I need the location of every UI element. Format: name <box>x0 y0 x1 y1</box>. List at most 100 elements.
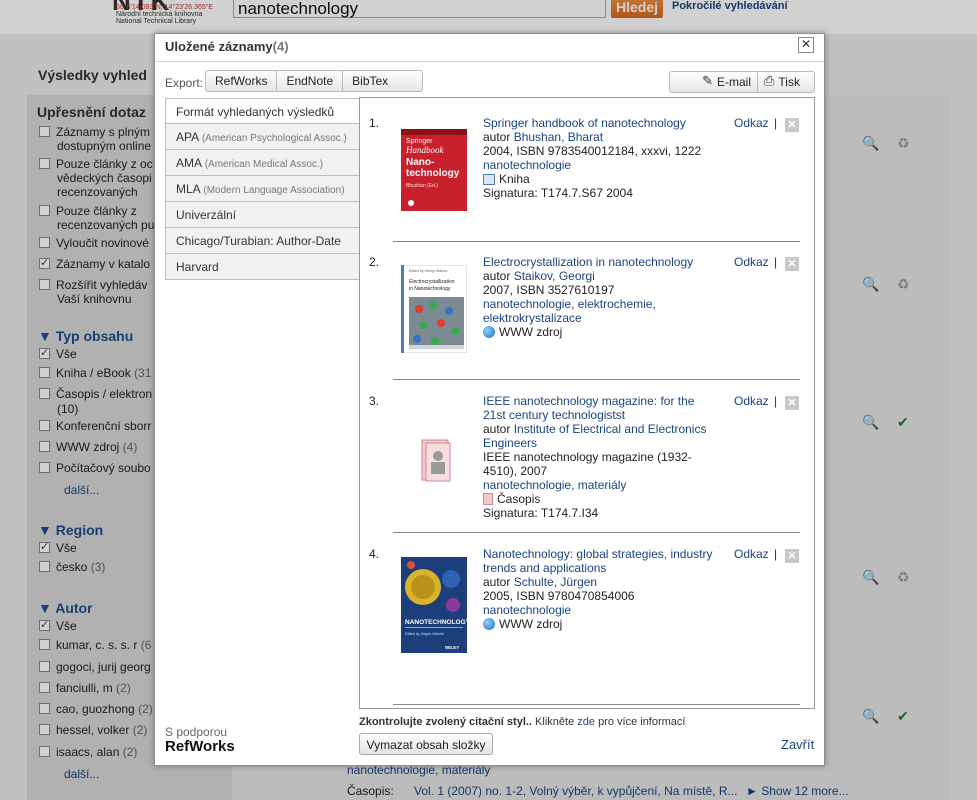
style-tab-harvard[interactable]: Harvard <box>165 254 360 280</box>
remove-record-icon[interactable]: ✕ <box>785 257 799 271</box>
divider <box>155 61 824 62</box>
style-name: Harvard <box>176 260 219 274</box>
author-prefix: autor <box>483 130 511 144</box>
citation-style-note: Zkontrolujte zvolený citační styl.. Klik… <box>359 716 685 728</box>
record-subjects-link[interactable]: nanotechnologie <box>483 158 717 172</box>
record-link-button[interactable]: Odkaz <box>734 394 769 408</box>
globe-icon <box>483 618 495 630</box>
style-name: APA <box>176 130 199 144</box>
record-type: Kniha <box>483 172 717 186</box>
style-description: (Modern Language Association) <box>203 185 345 196</box>
note-help-link[interactable]: zde <box>577 716 595 728</box>
saved-records-dialog: Uložené záznamy(4) ✕ Export: RefWorks En… <box>154 33 825 766</box>
record-title-link[interactable]: Electrocrystallization in nanotechnology <box>483 255 717 269</box>
style-name: Chicago/Turabian: Author-Date <box>176 234 341 248</box>
email-button[interactable]: ✎ E-mail <box>670 72 758 92</box>
journal-icon <box>421 439 451 482</box>
close-link[interactable]: Zavřít <box>781 737 814 752</box>
record-number: 4. <box>369 547 380 561</box>
record-author-link[interactable]: Institute of Electrical and Electronics … <box>483 422 706 450</box>
record-author-line: autor Institute of Electrical and Electr… <box>483 422 717 450</box>
style-tab-ama[interactable]: AMA (American Medical Assoc.) <box>165 150 360 176</box>
saved-records-list: 1. Springer Handbook Nano- technology Bh… <box>359 97 815 709</box>
print-button[interactable]: ⎙ Tisk <box>758 72 806 92</box>
email-icon: ✎ <box>702 73 713 88</box>
record-divider <box>393 704 800 705</box>
note-bold: Zkontrolujte zvolený citační styl.. <box>359 716 532 728</box>
record-type: WWW zdroj <box>483 617 717 631</box>
record-type-label: Kniha <box>499 172 530 186</box>
export-button-group: RefWorks EndNote BibTex <box>205 70 424 92</box>
author-prefix: autor <box>483 422 511 436</box>
style-tab-results-format[interactable]: Formát vyhledaných výsledků <box>165 98 360 124</box>
record-link-button[interactable]: Odkaz <box>734 255 769 269</box>
separator: | <box>774 394 778 408</box>
record-info: Nanotechnology: global strategies, indus… <box>483 547 717 631</box>
record-type-label: WWW zdroj <box>499 617 563 631</box>
record-divider <box>393 241 800 242</box>
cover-text-5: Bhushan (Ed.) <box>406 183 438 189</box>
record-type: Časopis <box>483 492 717 506</box>
remove-record-icon[interactable]: ✕ <box>785 118 799 132</box>
record-signature: Signatura: T174.7.S67 2004 <box>483 186 633 200</box>
cover-text-4: technology <box>406 168 460 179</box>
springer-cover-image: Springer Handbook Nano- technology Bhush… <box>401 129 467 211</box>
electrocrystallization-cover-image: Edited by Georgi Staikov Electrocrystall… <box>400 264 468 354</box>
note-text: Klikněte <box>535 716 575 728</box>
record-details: 2005, ISBN 9780470854006 <box>483 589 635 603</box>
cover-text-3: Nano- <box>406 157 434 168</box>
record-number: 1. <box>369 116 380 130</box>
journal-placeholder-cover[interactable] <box>419 438 453 487</box>
record-link-button[interactable]: Odkaz <box>734 547 769 561</box>
book-cover[interactable]: NANOTECHNOLOGY Edited by Jürgen Schulte … <box>401 557 471 656</box>
journal-small-icon <box>483 493 493 505</box>
record-number: 3. <box>369 394 380 408</box>
style-tab-universal[interactable]: Univerzální <box>165 202 360 228</box>
book-cover[interactable]: Springer Handbook Nano- technology Bhush… <box>401 129 467 214</box>
book-cover[interactable]: Edited by Georgi Staikov Electrocrystall… <box>400 264 468 356</box>
record-link-button[interactable]: Odkaz <box>734 116 769 130</box>
style-tab-chicago[interactable]: Chicago/Turabian: Author-Date <box>165 228 360 254</box>
cover-text-2: Handbook <box>405 145 444 155</box>
record-author-line: autor Bhushan, Bharat <box>483 130 717 144</box>
record-divider <box>393 379 800 380</box>
cover-text-1: NANOTECHNOLOGY <box>405 619 467 626</box>
record-details: 2004, ISBN 9783540012184, xxxvi, 1222 <box>483 144 702 158</box>
record-subjects-link[interactable]: nanotechnologie <box>483 603 717 617</box>
cover-text-2: Electrocrystallization <box>409 279 455 285</box>
book-icon <box>483 173 495 185</box>
record-author-line: autor Schulte, Jürgen <box>483 575 717 589</box>
cover-text-1: Edited by Georgi Staikov <box>409 269 448 273</box>
record-info: Springer handbook of nanotechnology auto… <box>483 116 717 200</box>
record-author-link[interactable]: Staikov, Georgi <box>514 269 595 283</box>
style-tab-mla[interactable]: MLA (Modern Language Association) <box>165 176 360 202</box>
cover-text-3: WILEY <box>445 645 459 650</box>
separator: | <box>774 255 778 269</box>
style-name: Formát vyhledaných výsledků <box>176 105 335 119</box>
record-author-link[interactable]: Schulte, Jürgen <box>514 575 597 589</box>
export-endnote-button[interactable]: EndNote <box>277 71 344 91</box>
note-text: pro více informací <box>598 716 686 728</box>
export-refworks-button[interactable]: RefWorks <box>206 71 278 91</box>
globe-icon <box>483 326 495 338</box>
style-description: (American Medical Assoc.) <box>204 159 324 170</box>
print-label: Tisk <box>778 75 800 89</box>
remove-record-icon[interactable]: ✕ <box>785 396 799 410</box>
record-subjects-link[interactable]: nanotechnologie, elektrochemie, elektrok… <box>483 297 717 325</box>
record-title-link[interactable]: IEEE nanotechnology magazine: for the 21… <box>483 394 717 422</box>
record-author-link[interactable]: Bhushan, Bharat <box>514 130 603 144</box>
export-bibtex-button[interactable]: BibTex <box>343 71 422 91</box>
record-subjects-link[interactable]: nanotechnologie, materiály <box>483 478 717 492</box>
clear-folder-button[interactable]: Vymazat obsah složky <box>359 733 493 755</box>
style-description: (American Psychological Assoc.) <box>201 133 347 144</box>
record-type-label: Časopis <box>497 492 541 506</box>
close-icon[interactable]: ✕ <box>798 37 814 53</box>
action-button-group: ✎ E-mail ⎙ Tisk <box>669 71 815 93</box>
style-tab-apa[interactable]: APA (American Psychological Assoc.) <box>165 124 360 150</box>
record-divider <box>393 532 800 533</box>
record-title-link[interactable]: Springer handbook of nanotechnology <box>483 116 717 130</box>
remove-record-icon[interactable]: ✕ <box>785 549 799 563</box>
author-prefix: autor <box>483 575 511 589</box>
record-title-link[interactable]: Nanotechnology: global strategies, indus… <box>483 547 717 575</box>
export-label: Export: <box>165 76 204 90</box>
